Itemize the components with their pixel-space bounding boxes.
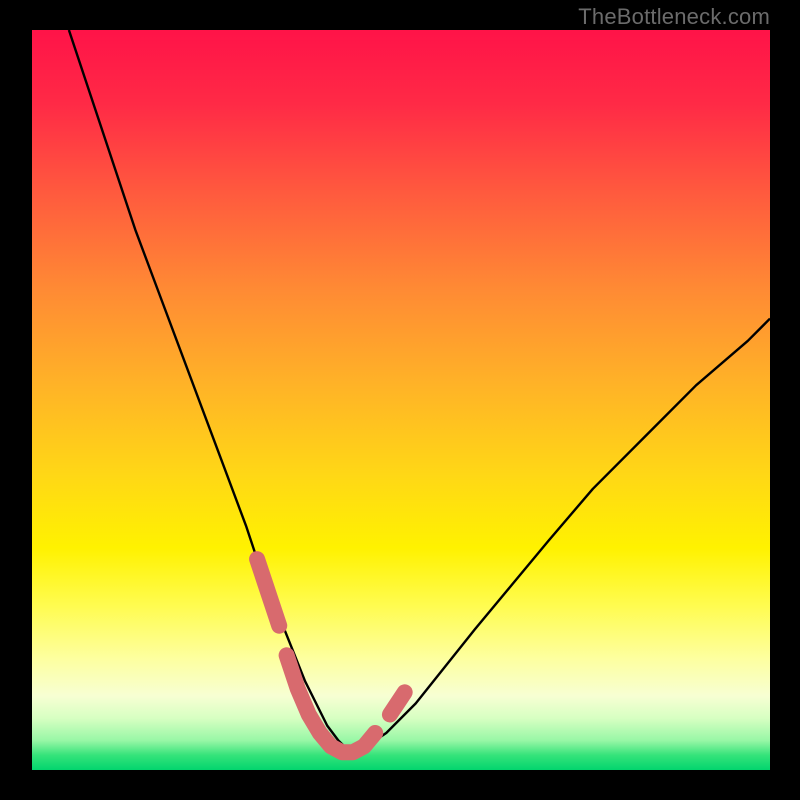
bottleneck-curve: [69, 30, 770, 752]
highlight-segment-2: [390, 692, 405, 714]
curve-layer: [32, 30, 770, 770]
highlight-segment-0: [257, 559, 279, 626]
plot-area: [32, 30, 770, 770]
chart-frame: TheBottleneck.com: [0, 0, 800, 800]
attribution-watermark: TheBottleneck.com: [578, 4, 770, 30]
